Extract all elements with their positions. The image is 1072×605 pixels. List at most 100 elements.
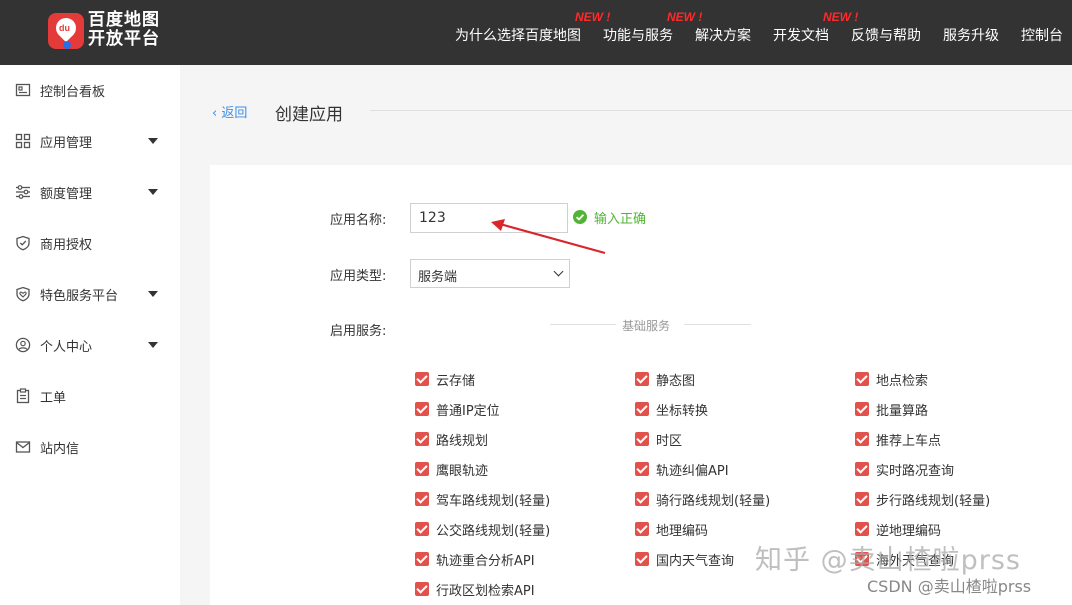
service-checkbox[interactable] <box>855 522 869 536</box>
sidebar-item-featured-services[interactable]: 特色服务平台 <box>0 279 180 309</box>
dashboard-icon <box>15 83 31 97</box>
nav-new-badge: NEW ! <box>823 10 859 24</box>
grid-icon <box>15 133 31 149</box>
divider <box>370 110 1072 111</box>
service-checkbox[interactable] <box>415 462 429 476</box>
nav-feedback-help[interactable]: 反馈与帮助 <box>851 25 921 45</box>
service-checkbox-label[interactable]: 轨迹纠偏API <box>656 460 729 479</box>
service-checkbox[interactable] <box>635 552 649 566</box>
service-checkbox[interactable] <box>855 462 869 476</box>
back-label: 返回 <box>221 106 248 121</box>
nav-why-baidu-map[interactable]: 为什么选择百度地图 <box>455 25 581 45</box>
zhihu-watermark: 知乎 @卖山楂啦prss <box>755 545 1021 576</box>
service-checkbox-label[interactable]: 行政区划检索API <box>436 580 535 599</box>
sidebar-item-label: 额度管理 <box>40 187 93 202</box>
logo-text[interactable]: 百度地图 开放平台 <box>88 11 160 49</box>
service-checkbox[interactable] <box>855 402 869 416</box>
caret-down-icon <box>148 138 158 144</box>
service-checkbox-label[interactable]: 骑行路线规划(轻量) <box>656 490 770 509</box>
service-checkbox-label[interactable]: 路线规划 <box>436 430 488 449</box>
service-checkbox-label[interactable]: 时区 <box>656 430 682 449</box>
caret-down-icon <box>148 291 158 297</box>
sidebar-item-app-management[interactable]: 应用管理 <box>0 126 180 156</box>
logo-text-line2: 开放平台 <box>88 29 160 49</box>
csdn-watermark: CSDN @卖山楂啦prss <box>867 577 1032 596</box>
sidebar: 控制台看板 应用管理 额度管理 商用授权 特色服务平台 个人中心 工单 站内信 <box>0 65 180 605</box>
service-checkbox-label[interactable]: 逆地理编码 <box>876 520 941 539</box>
nav-features-services[interactable]: 功能与服务 <box>603 25 673 45</box>
basic-services-title: 基础服务 <box>622 319 671 333</box>
sidebar-item-commercial-license[interactable]: 商用授权 <box>0 228 180 258</box>
service-checkbox-label[interactable]: 步行路线规划(轻量) <box>876 490 990 509</box>
service-checkbox[interactable] <box>855 432 869 446</box>
nav-console[interactable]: 控制台 <box>1021 25 1063 45</box>
service-checkbox[interactable] <box>855 492 869 506</box>
shield-heart-icon <box>16 286 30 302</box>
service-checkbox[interactable] <box>415 492 429 506</box>
service-checkbox[interactable] <box>635 522 649 536</box>
clipboard-icon <box>16 388 30 404</box>
nav-solutions[interactable]: 解决方案 <box>695 25 751 45</box>
divider <box>684 324 751 325</box>
caret-down-icon <box>148 342 158 348</box>
app-type-select[interactable]: 服务端 <box>410 259 570 288</box>
validation-success-text: 输入正确 <box>594 212 647 227</box>
service-checkbox-label[interactable]: 鹰眼轨迹 <box>436 460 488 479</box>
service-checkbox-label[interactable]: 实时路况查询 <box>876 460 954 479</box>
service-checkbox-label[interactable]: 轨迹重合分析API <box>436 550 535 569</box>
user-icon <box>15 337 31 353</box>
pin-dot-icon <box>63 41 71 49</box>
service-checkbox[interactable] <box>415 582 429 596</box>
divider <box>550 324 616 325</box>
sidebar-item-quota-management[interactable]: 额度管理 <box>0 177 180 207</box>
service-checkbox[interactable] <box>415 372 429 386</box>
top-navigation-bar: du 百度地图 开放平台 为什么选择百度地图 功能与服务 NEW ! 解决方案 … <box>0 0 1072 65</box>
service-checkbox[interactable] <box>635 402 649 416</box>
app-name-label: 应用名称: <box>330 213 387 228</box>
service-checkbox-label[interactable]: 地理编码 <box>656 520 708 539</box>
sidebar-item-work-order[interactable]: 工单 <box>0 381 180 411</box>
logo-text-line1: 百度地图 <box>88 10 160 30</box>
service-checkbox-label[interactable]: 批量算路 <box>876 400 928 419</box>
service-checkbox[interactable] <box>415 522 429 536</box>
app-name-input[interactable]: 123 <box>410 203 568 233</box>
nav-service-upgrade[interactable]: 服务升级 <box>943 25 999 45</box>
service-checkbox[interactable] <box>415 402 429 416</box>
sidebar-item-personal-center[interactable]: 个人中心 <box>0 330 180 360</box>
service-checkbox[interactable] <box>415 552 429 566</box>
service-checkbox[interactable] <box>635 492 649 506</box>
logo-badge-text: du <box>59 23 70 33</box>
service-checkbox-label[interactable]: 地点检索 <box>876 370 928 389</box>
service-checkbox-label[interactable]: 云存储 <box>436 370 475 389</box>
service-checkbox[interactable] <box>415 432 429 446</box>
caret-down-icon <box>148 189 158 195</box>
service-checkbox[interactable] <box>855 372 869 386</box>
sidebar-item-label: 应用管理 <box>40 136 93 151</box>
service-checkbox-label[interactable]: 驾车路线规划(轻量) <box>436 490 550 509</box>
sidebar-item-label: 商用授权 <box>40 238 93 253</box>
sidebar-item-label: 控制台看板 <box>40 85 106 100</box>
services-label: 启用服务: <box>330 324 387 339</box>
service-checkbox-label[interactable]: 普通IP定位 <box>436 400 500 419</box>
chevron-left-icon: ‹ <box>212 106 222 121</box>
sidebar-item-inbox[interactable]: 站内信 <box>0 432 180 462</box>
baidu-map-logo-icon[interactable]: du <box>48 13 84 49</box>
app-type-label: 应用类型: <box>330 269 387 284</box>
service-checkbox-label[interactable]: 坐标转换 <box>656 400 708 419</box>
service-checkbox[interactable] <box>635 432 649 446</box>
back-link[interactable]: ‹ 返回 <box>212 102 247 121</box>
service-checkbox[interactable] <box>635 372 649 386</box>
service-checkbox[interactable] <box>635 462 649 476</box>
page-title: 创建应用 <box>275 105 343 125</box>
service-checkbox-label[interactable]: 国内天气查询 <box>656 550 734 569</box>
service-checkbox-label[interactable]: 推荐上车点 <box>876 430 941 449</box>
sidebar-item-console-dashboard[interactable]: 控制台看板 <box>0 75 180 105</box>
nav-new-badge: NEW ! <box>667 10 703 24</box>
sidebar-item-label: 站内信 <box>40 442 80 457</box>
sliders-icon <box>16 185 30 199</box>
nav-new-badge: NEW ! <box>575 10 611 24</box>
service-checkbox-label[interactable]: 公交路线规划(轻量) <box>436 520 550 539</box>
nav-dev-docs[interactable]: 开发文档 <box>773 25 829 45</box>
check-circle-icon <box>573 210 587 224</box>
service-checkbox-label[interactable]: 静态图 <box>656 370 695 389</box>
